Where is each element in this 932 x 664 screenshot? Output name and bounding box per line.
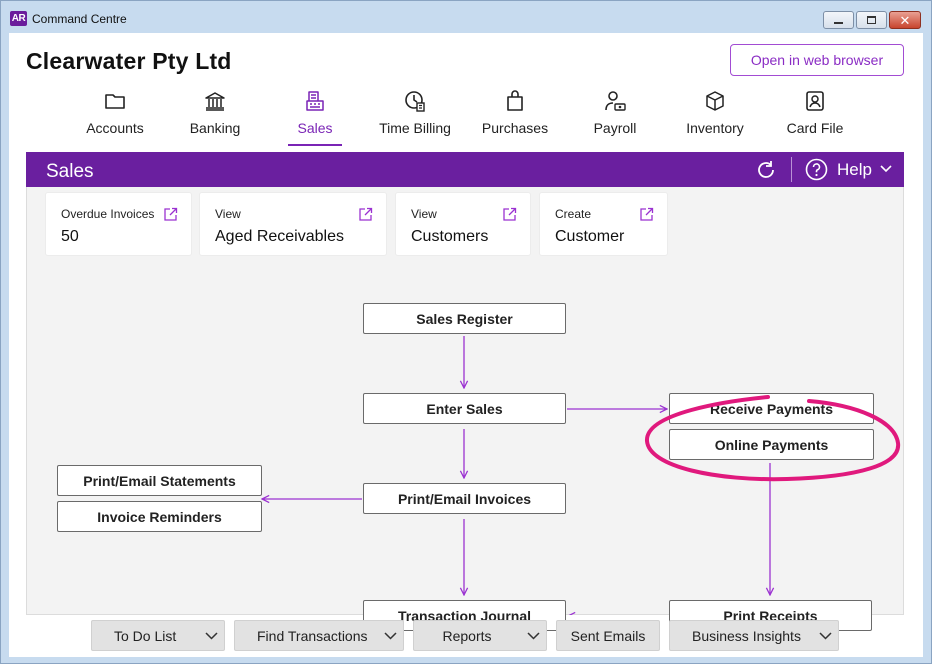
nav-label: Purchases bbox=[481, 120, 549, 136]
refresh-icon[interactable] bbox=[755, 159, 777, 181]
window-controls: ✕ bbox=[823, 11, 921, 29]
card-value: Customers bbox=[411, 228, 489, 245]
nav-payroll[interactable]: Payroll bbox=[570, 88, 660, 146]
chevron-down-icon[interactable] bbox=[520, 620, 546, 651]
overdue-invoices-card[interactable]: Overdue Invoices 50 bbox=[46, 193, 191, 255]
active-tab-indicator bbox=[288, 144, 342, 146]
bank-icon bbox=[205, 92, 225, 111]
sales-panel-header: Sales Help bbox=[26, 152, 904, 187]
nav-label: Banking bbox=[189, 120, 241, 136]
online-payments-button[interactable]: Online Payments bbox=[669, 429, 874, 460]
nav-sales[interactable]: Sales bbox=[270, 88, 360, 146]
card-value: Aged Receivables bbox=[215, 228, 344, 245]
print-email-statements-button[interactable]: Print/Email Statements bbox=[57, 465, 262, 496]
print-email-invoices-button[interactable]: Print/Email Invoices bbox=[363, 483, 566, 514]
nav-inventory[interactable]: Inventory bbox=[670, 88, 760, 146]
view-customers-card[interactable]: View Customers bbox=[396, 193, 530, 255]
enter-sales-button[interactable]: Enter Sales bbox=[363, 393, 566, 424]
button-label: Reports bbox=[442, 627, 492, 644]
find-transactions-button[interactable]: Find Transactions bbox=[234, 620, 404, 651]
title-bar[interactable]: AR Command Centre ✕ bbox=[1, 1, 931, 33]
card-label: View bbox=[411, 207, 437, 221]
nav-time-billing[interactable]: Time Billing bbox=[370, 88, 460, 146]
sales-panel-body: Overdue Invoices 50 View Aged Receivable… bbox=[26, 187, 904, 631]
chevron-down-icon[interactable] bbox=[198, 620, 224, 651]
external-link-icon bbox=[359, 207, 373, 221]
nav-accounts[interactable]: Accounts bbox=[70, 88, 160, 146]
external-link-icon bbox=[164, 207, 178, 221]
contact-card-icon bbox=[806, 91, 824, 111]
window-title: Command Centre bbox=[32, 12, 127, 26]
aged-receivables-card[interactable]: View Aged Receivables bbox=[200, 193, 386, 255]
command-centre-content: Clearwater Pty Ltd Open in web browser A… bbox=[9, 33, 923, 657]
minimize-icon bbox=[834, 22, 843, 24]
button-label: Business Insights bbox=[692, 627, 801, 644]
close-button[interactable]: ✕ bbox=[889, 11, 921, 29]
nav-label: Inventory bbox=[686, 120, 744, 136]
shopping-bag-icon bbox=[507, 90, 523, 111]
sent-emails-button[interactable]: Sent Emails bbox=[556, 620, 660, 651]
nav-label: Accounts bbox=[86, 120, 144, 136]
external-link-icon bbox=[503, 207, 517, 221]
nav-label: Time Billing bbox=[379, 120, 451, 136]
nav-purchases[interactable]: Purchases bbox=[470, 88, 560, 146]
chevron-down-icon[interactable] bbox=[812, 620, 838, 651]
close-icon: ✕ bbox=[899, 12, 911, 28]
company-name: Clearwater Pty Ltd bbox=[26, 48, 232, 74]
maximize-icon bbox=[867, 16, 876, 24]
card-label: Overdue Invoices bbox=[61, 207, 155, 221]
card-value: 50 bbox=[61, 228, 79, 245]
nav-banking[interactable]: Banking bbox=[170, 88, 260, 146]
button-label: Sent Emails bbox=[570, 627, 646, 644]
header-divider bbox=[791, 157, 792, 182]
open-in-web-browser-button[interactable]: Open in web browser bbox=[730, 44, 904, 76]
box-icon bbox=[706, 91, 724, 111]
to-do-list-button[interactable]: To Do List bbox=[91, 620, 225, 651]
maximize-button[interactable] bbox=[856, 11, 887, 29]
nav-label: Sales bbox=[297, 120, 333, 136]
card-value: Customer bbox=[555, 228, 625, 245]
help-icon[interactable] bbox=[805, 158, 828, 181]
reports-button[interactable]: Reports bbox=[413, 620, 547, 651]
business-insights-button[interactable]: Business Insights bbox=[669, 620, 839, 651]
sales-register-icon bbox=[306, 91, 324, 111]
clock-icon bbox=[405, 91, 425, 112]
chevron-down-icon[interactable] bbox=[377, 620, 403, 651]
receive-payments-button[interactable]: Receive Payments bbox=[669, 393, 874, 424]
application-window: AR Command Centre ✕ Clearwater Pty Ltd O… bbox=[0, 0, 932, 664]
invoice-reminders-button[interactable]: Invoice Reminders bbox=[57, 501, 262, 532]
chevron-down-icon[interactable] bbox=[880, 164, 892, 174]
app-logo-icon: AR bbox=[10, 11, 27, 26]
card-label: Create bbox=[555, 207, 592, 221]
external-link-icon bbox=[640, 207, 654, 221]
create-customer-card[interactable]: Create Customer bbox=[540, 193, 667, 255]
card-label: View bbox=[215, 207, 241, 221]
nav-card-file[interactable]: Card File bbox=[770, 88, 860, 146]
panel-title: Sales bbox=[46, 161, 94, 182]
sales-register-button[interactable]: Sales Register bbox=[363, 303, 566, 334]
nav-label: Payroll bbox=[593, 120, 637, 136]
help-menu-label[interactable]: Help bbox=[837, 160, 872, 180]
person-money-icon bbox=[605, 91, 626, 111]
nav-label: Card File bbox=[786, 120, 844, 136]
folder-icon bbox=[105, 94, 125, 109]
button-label: To Do List bbox=[114, 627, 177, 644]
minimize-button[interactable] bbox=[823, 11, 854, 29]
button-label: Find Transactions bbox=[257, 627, 368, 644]
